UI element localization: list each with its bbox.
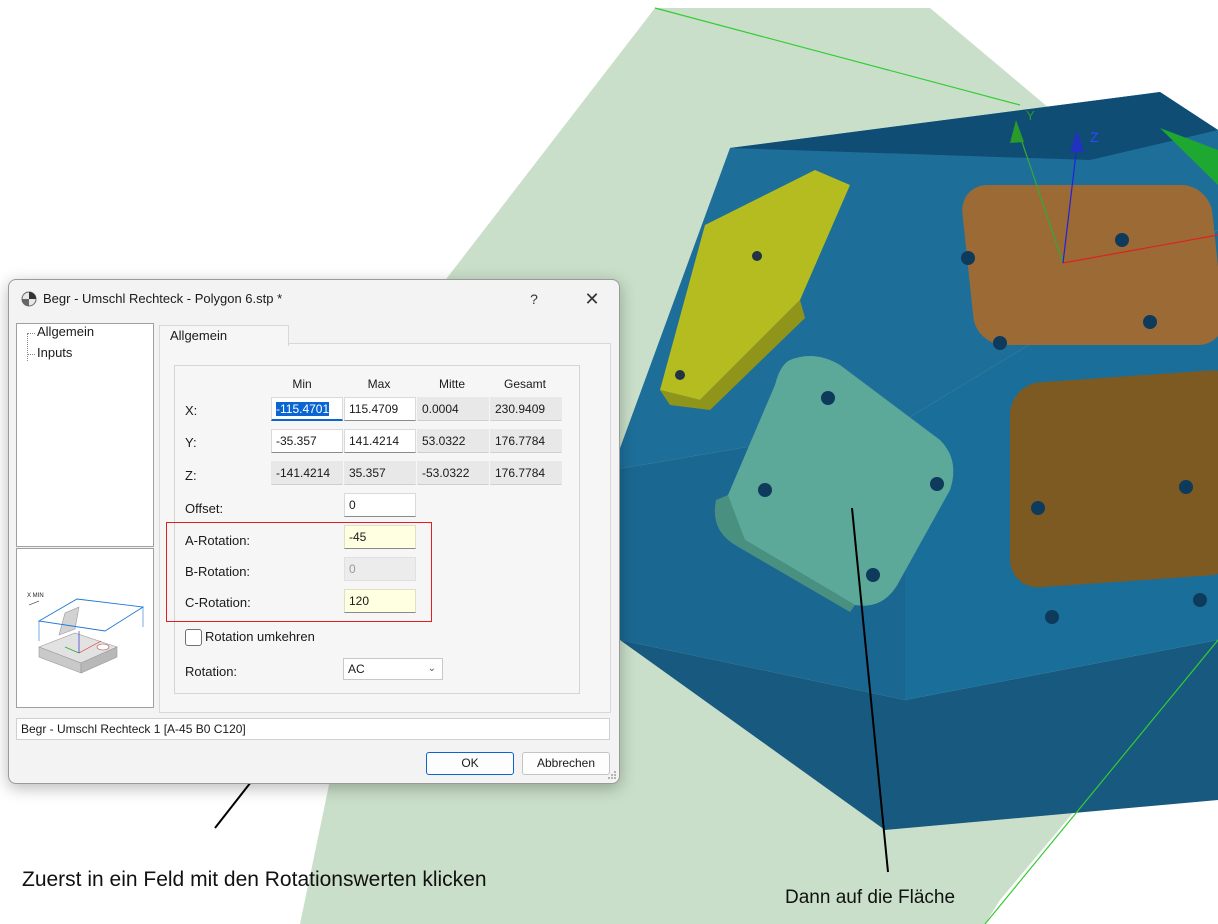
c-rotation-input[interactable]: 120	[344, 589, 416, 613]
y-min-field[interactable]: -35.357	[271, 429, 343, 453]
pad-orange-hole	[1115, 233, 1129, 247]
z-gesamt-field: 176.7784	[490, 461, 562, 485]
z-max-field: 35.357	[344, 461, 416, 485]
pad-orange	[962, 185, 1218, 345]
y-mitte-field: 53.0322	[417, 429, 489, 453]
close-button[interactable]: ✕	[577, 286, 607, 312]
pad-teal-hole	[758, 483, 772, 497]
pad-teal-hole	[930, 477, 944, 491]
pad-yellow-hole	[675, 370, 685, 380]
cancel-button[interactable]: Abbrechen	[522, 752, 610, 775]
reverse-rotation-label[interactable]: Rotation umkehren	[205, 629, 315, 644]
tab-label: Allgemein	[170, 328, 228, 343]
y-gesamt-field: 176.7784	[490, 429, 562, 453]
column-header-gesamt: Gesamt	[503, 377, 546, 391]
row-label-y: Y:	[185, 435, 197, 450]
row-label-x: X:	[185, 403, 198, 418]
column-header-min: Min	[292, 377, 312, 391]
a-rotation-label: A-Rotation:	[185, 533, 251, 548]
pad-orange-hole	[1143, 315, 1157, 329]
x-min-field[interactable]: -115.4701	[271, 397, 343, 421]
help-button[interactable]: ?	[519, 286, 549, 312]
ok-button[interactable]: OK	[426, 752, 514, 775]
z-mitte-field: -53.0322	[417, 461, 489, 485]
pad-brown	[1010, 370, 1218, 588]
preview-image: X MIN	[16, 548, 154, 708]
offset-label: Offset:	[185, 501, 224, 516]
bounding-box-dialog: Begr - Umschl Rechteck - Polygon 6.stp *…	[8, 279, 620, 784]
tree-item-allgemein[interactable]: Allgemein	[35, 324, 96, 339]
column-header-mitte: Mitte	[438, 377, 465, 391]
dialog-titlebar[interactable]: Begr - Umschl Rechteck - Polygon 6.stp *…	[9, 280, 619, 318]
resize-grip-icon[interactable]	[607, 770, 617, 780]
z-axis-label: Z	[1090, 129, 1099, 145]
pad-teal-hole	[866, 568, 880, 582]
annotation-left-caption: Zuerst in ein Feld mit den Rotationswert…	[22, 868, 487, 891]
rotation-label: Rotation:	[185, 664, 238, 679]
rotation-select-value: AC	[348, 662, 365, 676]
b-rotation-input: 0	[344, 557, 416, 581]
b-rotation-label: B-Rotation:	[185, 564, 251, 579]
dialog-title: Begr - Umschl Rechteck - Polygon 6.stp *	[43, 291, 283, 306]
column-header-max: Max	[367, 377, 391, 391]
pad-brown-hole	[1031, 501, 1045, 515]
app-icon	[21, 291, 37, 307]
a-rotation-input[interactable]: -45	[344, 525, 416, 549]
pad-brown-hole	[1045, 610, 1059, 624]
tree-connector	[27, 333, 35, 334]
rotation-select[interactable]: AC ⌄	[343, 658, 443, 680]
y-max-field[interactable]: 141.4214	[344, 429, 416, 453]
tree-item-inputs[interactable]: Inputs	[35, 345, 74, 360]
tree-connector	[27, 333, 28, 361]
navigation-tree: Allgemein Inputs	[16, 323, 154, 547]
x-min-value: -115.4701	[276, 402, 330, 416]
tab-allgemein[interactable]: Allgemein	[159, 325, 289, 346]
c-rotation-label: C-Rotation:	[185, 595, 251, 610]
status-field: Begr - Umschl Rechteck 1 [A-45 B0 C120]	[16, 718, 610, 740]
row-label-z: Z:	[185, 468, 197, 483]
pad-orange-hole	[961, 251, 975, 265]
chevron-down-icon: ⌄	[427, 663, 436, 674]
offset-input[interactable]: 0	[344, 493, 416, 517]
pad-brown-hole	[1179, 480, 1193, 494]
preview-xmin-label: X MIN	[27, 593, 44, 599]
pad-orange-hole	[993, 336, 1007, 350]
reverse-rotation-checkbox[interactable]	[185, 629, 202, 646]
z-min-field: -141.4214	[271, 461, 343, 485]
x-gesamt-field: 230.9409	[490, 397, 562, 421]
x-max-field[interactable]: 115.4709	[344, 397, 416, 421]
pad-brown-hole	[1193, 593, 1207, 607]
pad-teal-hole	[821, 391, 835, 405]
x-mitte-field: 0.0004	[417, 397, 489, 421]
pad-yellow-hole	[752, 251, 762, 261]
preview-drawing: X MIN	[27, 593, 145, 674]
annotation-right-caption: Dann auf die Fläche	[785, 887, 956, 908]
y-axis-label: Y	[1026, 108, 1035, 123]
tree-connector	[27, 354, 35, 355]
